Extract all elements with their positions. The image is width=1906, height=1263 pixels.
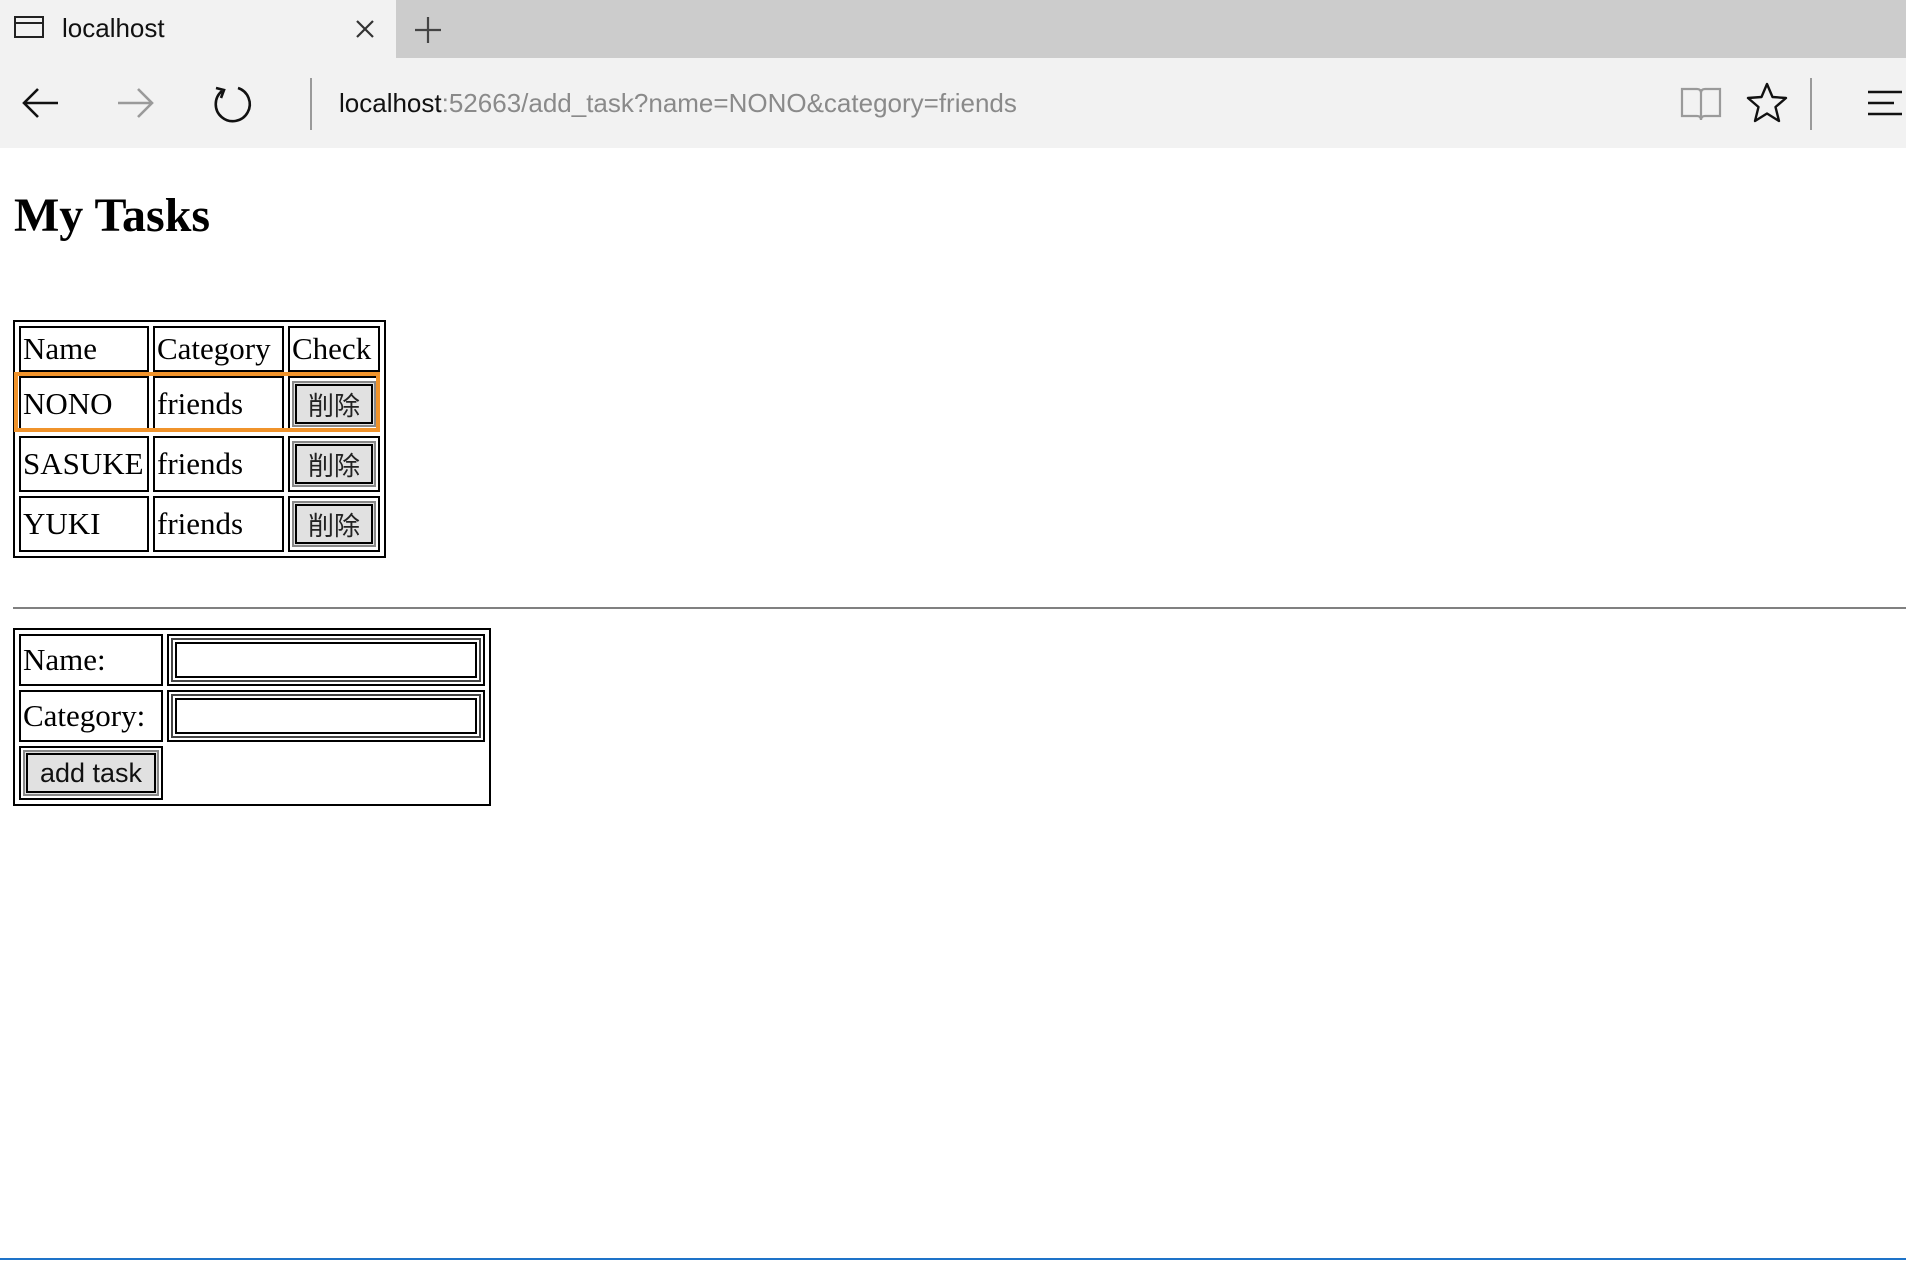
- tab-strip: localhost: [0, 0, 1906, 58]
- category-field-cell: [167, 690, 485, 742]
- toolbar-separator: [310, 78, 312, 130]
- name-label: Name:: [19, 634, 163, 686]
- browser-tab[interactable]: localhost: [0, 0, 396, 58]
- add-task-form: Name: Category: add task: [13, 628, 491, 806]
- task-check-cell: 削除: [288, 436, 380, 492]
- toolbar-separator: [1810, 78, 1812, 130]
- task-name-cell: SASUKE: [19, 436, 149, 492]
- column-header-name: Name: [19, 326, 149, 372]
- category-input[interactable]: [171, 694, 481, 738]
- page-title: My Tasks: [14, 189, 211, 242]
- column-header-check: Check: [288, 326, 380, 372]
- delete-button[interactable]: 削除: [292, 381, 376, 427]
- plus-icon[interactable]: [410, 12, 446, 48]
- add-task-button[interactable]: add task: [23, 750, 159, 796]
- hub-menu-icon[interactable]: [1862, 80, 1906, 126]
- form-row-submit: add task: [19, 746, 485, 800]
- name-input[interactable]: [171, 638, 481, 682]
- empty-cell: [167, 746, 485, 800]
- address-bar[interactable]: localhost:52663/add_task?name=NONO&categ…: [339, 88, 1017, 119]
- table-row: NONO friends 削除: [19, 376, 380, 432]
- task-category-cell: friends: [153, 496, 284, 552]
- horizontal-rule: [13, 607, 1906, 609]
- tasks-table: Name Category Check NONO friends 削除 SASU…: [13, 320, 386, 558]
- url-path: :52663/add_task?name=NONO&category=frien…: [441, 88, 1017, 118]
- form-row-name: Name:: [19, 634, 485, 686]
- task-name-cell: YUKI: [19, 496, 149, 552]
- task-check-cell: 削除: [288, 496, 380, 552]
- table-header-row: Name Category Check: [19, 326, 380, 372]
- table-row: YUKI friends 削除: [19, 496, 380, 552]
- forward-arrow-icon[interactable]: [112, 80, 158, 126]
- delete-button[interactable]: 削除: [292, 501, 376, 547]
- close-icon[interactable]: [350, 14, 380, 44]
- name-field-cell: [167, 634, 485, 686]
- task-name-cell: NONO: [19, 376, 149, 432]
- navigation-bar: localhost:52663/add_task?name=NONO&categ…: [0, 58, 1906, 148]
- form-row-category: Category:: [19, 690, 485, 742]
- task-category-cell: friends: [153, 376, 284, 432]
- delete-button[interactable]: 削除: [292, 441, 376, 487]
- task-check-cell: 削除: [288, 376, 380, 432]
- window-bottom-border: [0, 1258, 1906, 1260]
- url-host: localhost: [339, 88, 442, 118]
- task-category-cell: friends: [153, 436, 284, 492]
- star-icon[interactable]: [1744, 80, 1790, 126]
- table-row: SASUKE friends 削除: [19, 436, 380, 492]
- column-header-category: Category: [153, 326, 284, 372]
- back-arrow-icon[interactable]: [18, 80, 64, 126]
- tab-title: localhost: [62, 13, 165, 43]
- category-label: Category:: [19, 690, 163, 742]
- reading-view-icon[interactable]: [1678, 80, 1724, 126]
- window-icon: [14, 16, 44, 38]
- submit-cell: add task: [19, 746, 163, 800]
- refresh-icon[interactable]: [208, 80, 254, 126]
